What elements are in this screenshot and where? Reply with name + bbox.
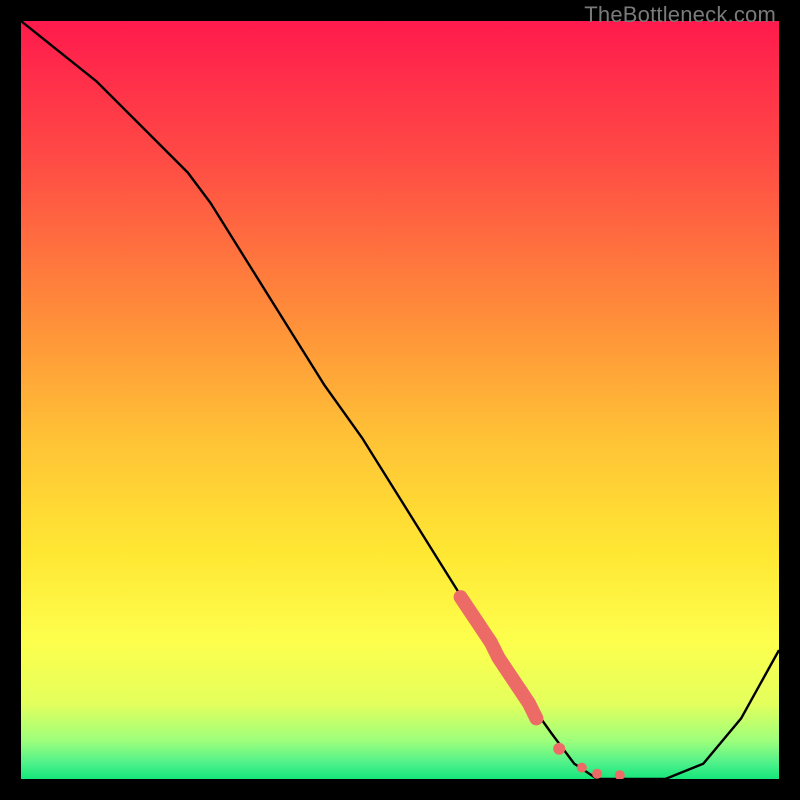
highlight-dot	[553, 743, 565, 755]
chart-frame	[21, 21, 779, 779]
bottleneck-chart	[21, 21, 779, 779]
highlight-dot	[577, 763, 587, 773]
gradient-background	[21, 21, 779, 779]
highlight-dot	[592, 769, 602, 779]
watermark-text: TheBottleneck.com	[584, 2, 776, 28]
